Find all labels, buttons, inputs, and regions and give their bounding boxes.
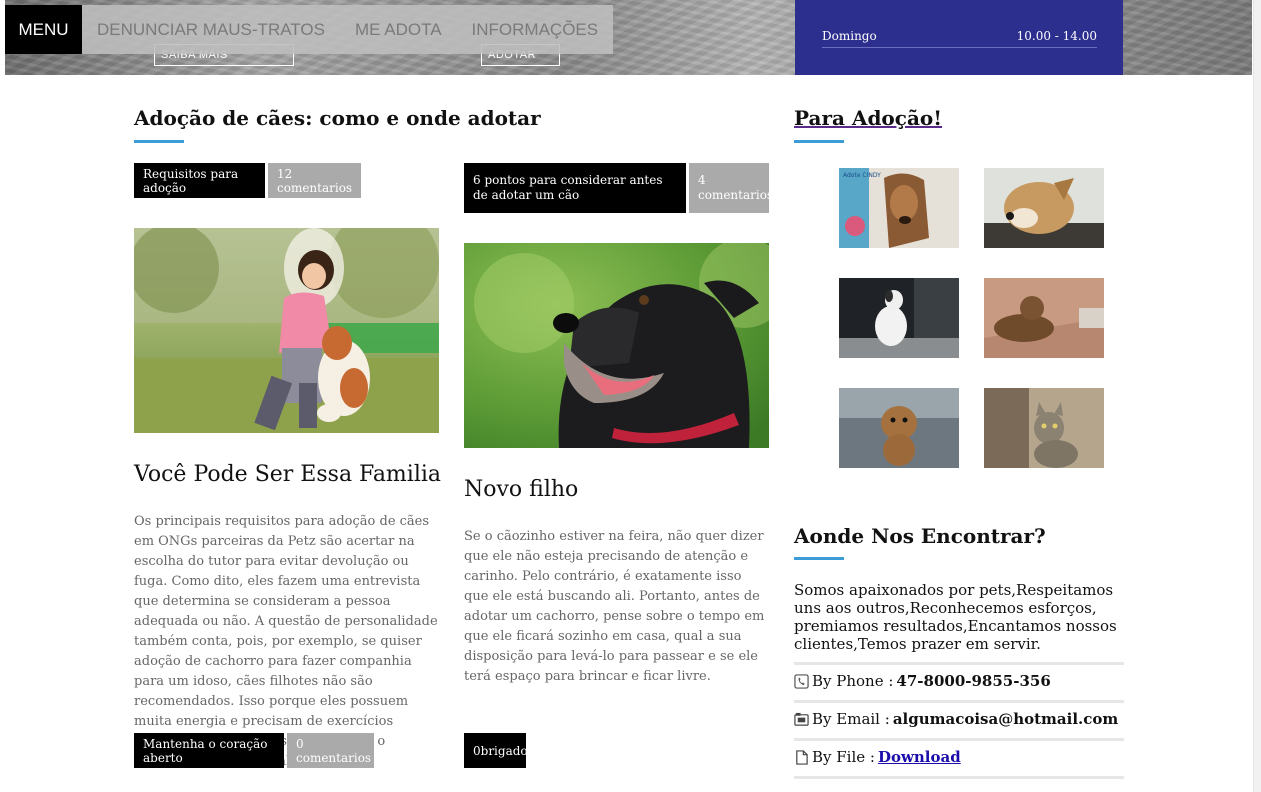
contact-file-row: By File : Download [794,748,961,766]
divider [794,738,1124,741]
adoption-title-underline [794,140,844,143]
file-icon [796,749,808,765]
post2-title[interactable]: Novo filho [464,477,578,502]
divider [794,700,1124,703]
dog-thumb-image [839,278,959,358]
post1-comments[interactable]: 12 comentarios [268,163,361,198]
post2-comments[interactable]: 4 comentarios [689,163,773,213]
adoption-thumb-3[interactable] [839,278,959,358]
file-label: By File : [812,748,875,766]
adoption-title[interactable]: Para Adoção! [794,106,942,130]
hours-row: Domingo 10.00 - 14.00 [822,24,1097,48]
nav-item-report[interactable]: DENUNCIAR MAUS-TRATOS [82,5,340,54]
post1-photo [134,228,439,433]
post2-text: Se o cãozinho estiver na feira, não quer… [464,529,765,684]
adoption-thumb-4[interactable] [984,278,1104,358]
post2-photo [464,243,769,448]
about-text: Somos apaixonados por pets,Respeitamos u… [794,581,1117,653]
contact-email-row: By Email : algumacoisa@hotmail.com [794,710,1118,728]
post1-footer-tag[interactable]: Mantenha o coração aberto [134,733,284,768]
dog-thumb-image [984,168,1104,248]
phone-icon [794,673,809,689]
find-us-title: Aonde Nos Encontrar? [794,524,1046,548]
email-icon [794,712,809,726]
girl-with-dog-image [134,228,439,433]
adoption-thumb-6[interactable] [984,388,1104,468]
dog-thumb-image [839,388,959,468]
nav-item-adopt-me[interactable]: ME ADOTA [340,5,457,54]
post1-tag[interactable]: Requisitos para adoção [134,163,265,198]
divider [794,776,1124,779]
top-navigation: MENU DENUNCIAR MAUS-TRATOS ME ADOTA INFO… [5,5,614,54]
adoption-thumb-5[interactable] [839,388,959,468]
download-link[interactable]: Download [878,748,961,766]
contact-phone-row: By Phone :47-8000-9855-356 [794,672,1051,690]
email-label: By Email : [812,710,890,728]
phone-number[interactable]: 47-8000-9855-356 [896,672,1050,690]
post1-footer-comments[interactable]: 0 comentarios [287,733,374,768]
adoption-thumb-1[interactable]: Adote CINDY [839,168,959,248]
nav-item-info[interactable]: INFORMAÇÕES [457,5,614,54]
phone-label: By Phone : [812,672,894,690]
post2-tag[interactable]: 6 pontos para considerar antes de adotar… [464,163,686,213]
menu-button[interactable]: MENU [5,5,82,54]
hours-time: 10.00 - 14.00 [1016,28,1097,43]
dog-thumb-image: Adote CINDY [839,168,959,248]
dog-thumb-image [984,278,1104,358]
black-dog-image [464,243,769,448]
divider [794,662,1124,665]
hours-day: Domingo [822,28,877,43]
find-us-underline [794,557,844,560]
opening-hours-box: Domingo 10.00 - 14.00 [795,0,1123,75]
page-scrollbar[interactable] [1253,0,1261,792]
main-title-underline [134,140,184,143]
post2-footer-tag[interactable]: 0brigado [464,733,528,768]
post1-title[interactable]: Você Pode Ser Essa Familia [134,462,441,487]
thumb-caption: Adote CINDY [843,172,881,179]
adoption-thumb-2[interactable] [984,168,1104,248]
main-title: Adoção de cães: como e onde adotar [134,106,541,130]
email-address[interactable]: algumacoisa@hotmail.com [893,710,1118,728]
cat-thumb-image [984,388,1104,468]
